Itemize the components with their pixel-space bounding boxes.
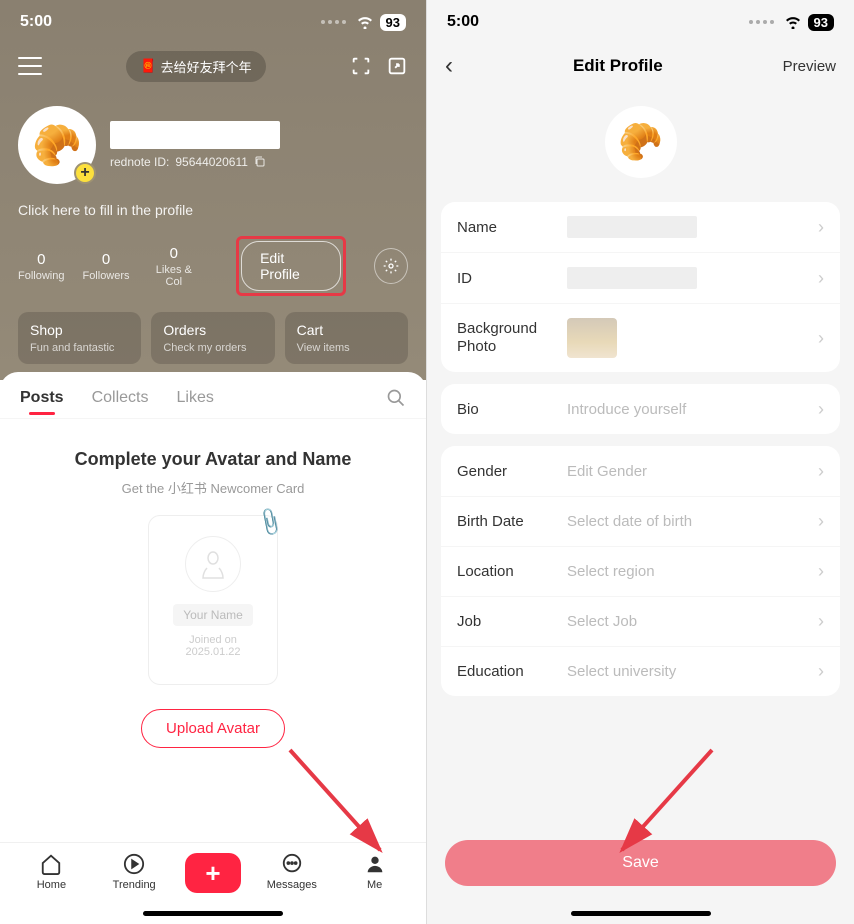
placeholder-avatar-icon bbox=[185, 536, 241, 592]
promo-pill[interactable]: 🧧 去给好友拜个年 bbox=[126, 51, 265, 82]
chevron-right-icon: › bbox=[818, 561, 824, 582]
chevron-right-icon: › bbox=[818, 217, 824, 238]
share-icon[interactable] bbox=[386, 55, 408, 77]
home-indicator bbox=[571, 911, 711, 916]
status-time: 5:00 bbox=[20, 13, 213, 31]
copy-icon[interactable] bbox=[254, 156, 266, 168]
avatar-add-icon[interactable]: + bbox=[74, 162, 96, 184]
field-gender[interactable]: Gender Edit Gender › bbox=[441, 446, 840, 496]
field-name[interactable]: Name › bbox=[441, 202, 840, 252]
field-birth-date[interactable]: Birth Date Select date of birth › bbox=[441, 496, 840, 546]
save-button[interactable]: Save bbox=[445, 840, 836, 886]
newcomer-date: Joined on 2025.01.22 bbox=[161, 634, 265, 658]
croissant-icon: 🥐 bbox=[618, 121, 663, 163]
profile-header: 🧧 去给好友拜个年 🥐 + rednote ID: 95644020611 bbox=[0, 0, 426, 380]
profile-hint[interactable]: Click here to fill in the profile bbox=[18, 202, 408, 218]
orders-card[interactable]: Orders Check my orders bbox=[151, 312, 274, 364]
wifi-icon bbox=[784, 15, 802, 29]
nav-home[interactable]: Home bbox=[19, 851, 83, 891]
croissant-icon: 🥐 bbox=[32, 122, 82, 169]
settings-button[interactable] bbox=[374, 248, 408, 284]
back-icon[interactable]: ‹ bbox=[445, 52, 453, 80]
upload-avatar-button[interactable]: Upload Avatar bbox=[141, 709, 285, 748]
stat-followers[interactable]: 0 Followers bbox=[82, 251, 129, 282]
preview-button[interactable]: Preview bbox=[783, 58, 836, 75]
stat-likes[interactable]: 0 Likes & Col bbox=[148, 245, 201, 288]
page-title: Edit Profile bbox=[573, 56, 663, 76]
nav-me[interactable]: Me bbox=[343, 851, 407, 891]
chevron-right-icon: › bbox=[818, 461, 824, 482]
menu-icon[interactable] bbox=[18, 57, 42, 75]
id-value: 95644020611 bbox=[175, 155, 248, 169]
signal-dots bbox=[749, 20, 774, 24]
id-value-redacted bbox=[567, 267, 697, 289]
newcomer-card: 📎 Your Name Joined on 2025.01.22 bbox=[148, 515, 278, 685]
home-icon bbox=[40, 851, 62, 877]
gift-icon: 🧧 bbox=[140, 58, 156, 74]
newcomer-name: Your Name bbox=[173, 604, 253, 626]
form-group-basic: Name › ID › Background Photo › bbox=[441, 202, 840, 372]
nav-trending[interactable]: Trending bbox=[102, 851, 166, 891]
tab-collects[interactable]: Collects bbox=[92, 389, 149, 407]
complete-subtitle: Get the 小红书 Newcomer Card bbox=[20, 478, 406, 497]
avatar[interactable]: 🥐 + bbox=[18, 106, 96, 184]
name-value-redacted bbox=[567, 216, 697, 238]
signal-dots bbox=[321, 20, 346, 24]
bg-photo-preview bbox=[567, 318, 617, 358]
shop-card[interactable]: Shop Fun and fantastic bbox=[18, 312, 141, 364]
chevron-right-icon: › bbox=[818, 399, 824, 420]
home-indicator bbox=[143, 911, 283, 916]
chevron-right-icon: › bbox=[818, 268, 824, 289]
username-redacted bbox=[110, 121, 280, 149]
cart-card[interactable]: Cart View items bbox=[285, 312, 408, 364]
content-area: Posts Collects Likes Complete your Avata… bbox=[0, 372, 426, 842]
form-group-bio: Bio Introduce yourself › bbox=[441, 384, 840, 434]
field-background-photo[interactable]: Background Photo › bbox=[441, 303, 840, 372]
chevron-right-icon: › bbox=[818, 328, 824, 349]
gear-icon bbox=[383, 258, 399, 274]
search-icon[interactable] bbox=[386, 388, 406, 408]
edit-header: ‹ Edit Profile Preview bbox=[427, 44, 854, 88]
field-bio[interactable]: Bio Introduce yourself › bbox=[441, 384, 840, 434]
status-bar: 5:00 93 bbox=[427, 0, 854, 44]
play-circle-icon bbox=[123, 851, 145, 877]
field-education[interactable]: Education Select university › bbox=[441, 646, 840, 696]
tab-posts[interactable]: Posts bbox=[20, 389, 64, 407]
status-bar: 5:00 93 bbox=[0, 0, 426, 44]
chevron-right-icon: › bbox=[818, 661, 824, 682]
chevron-right-icon: › bbox=[818, 611, 824, 632]
nav-messages[interactable]: Messages bbox=[260, 851, 324, 891]
field-job[interactable]: Job Select Job › bbox=[441, 596, 840, 646]
field-id[interactable]: ID › bbox=[441, 252, 840, 303]
status-time: 5:00 bbox=[447, 13, 641, 31]
nav-add-button[interactable]: + bbox=[185, 853, 241, 893]
tab-likes[interactable]: Likes bbox=[176, 389, 213, 407]
id-label: rednote ID: bbox=[110, 155, 169, 169]
field-location[interactable]: Location Select region › bbox=[441, 546, 840, 596]
profile-screen: 5:00 93 🧧 去给好友拜个年 🥐 + bbox=[0, 0, 427, 924]
complete-title: Complete your Avatar and Name bbox=[20, 449, 406, 470]
edit-profile-highlight: Edit Profile bbox=[236, 236, 346, 296]
scan-icon[interactable] bbox=[350, 55, 372, 77]
battery-badge: 93 bbox=[808, 14, 834, 31]
stat-following[interactable]: 0 Following bbox=[18, 251, 64, 282]
wifi-icon bbox=[356, 15, 374, 29]
form-group-details: Gender Edit Gender › Birth Date Select d… bbox=[441, 446, 840, 696]
paperclip-icon: 📎 bbox=[254, 505, 288, 539]
chevron-right-icon: › bbox=[818, 511, 824, 532]
chat-icon bbox=[281, 851, 303, 877]
edit-profile-button[interactable]: Edit Profile bbox=[241, 241, 341, 291]
battery-badge: 93 bbox=[380, 14, 406, 31]
person-icon bbox=[364, 851, 386, 877]
edit-profile-screen: 5:00 93 ‹ Edit Profile Preview 🥐 Name › … bbox=[427, 0, 854, 924]
edit-avatar[interactable]: 🥐 bbox=[605, 106, 677, 178]
